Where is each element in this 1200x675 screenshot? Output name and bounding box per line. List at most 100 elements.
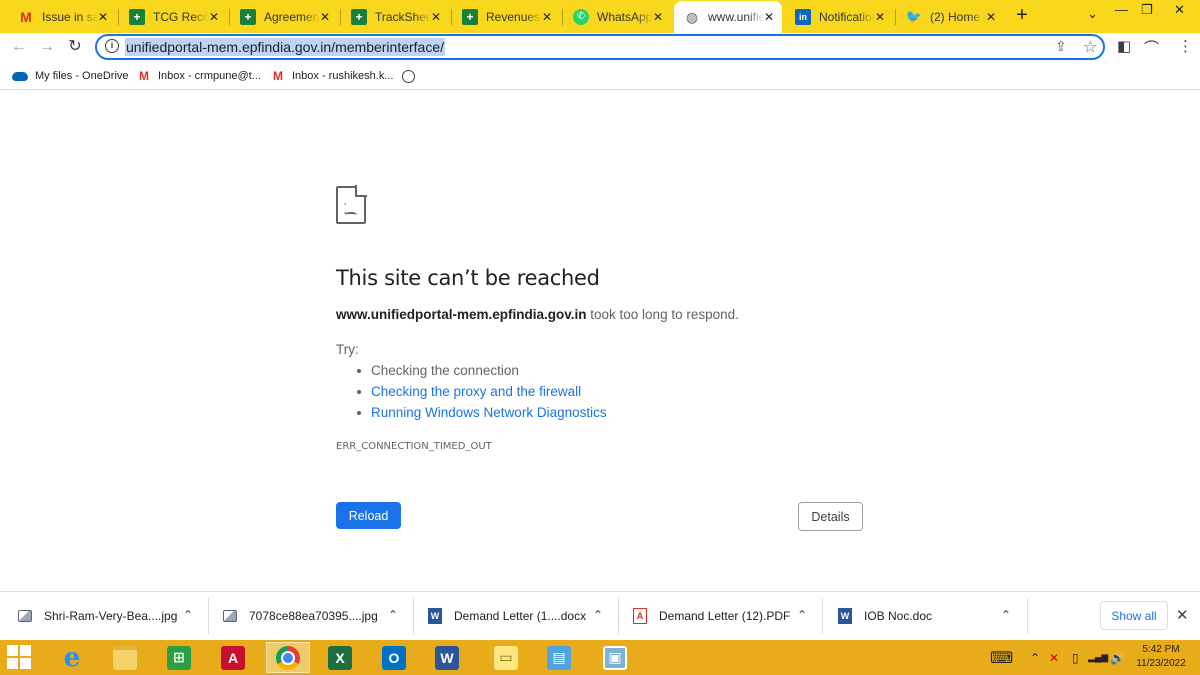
address-bar[interactable]: i unifiedportal-mem.epfindia.gov.in/memb… xyxy=(95,34,1105,60)
url-text[interactable]: unifiedportal-mem.epfindia.gov.in/member… xyxy=(125,38,446,56)
tab-agreement[interactable]: + Agreement ✕ xyxy=(230,2,338,31)
menu-icon[interactable]: ⋮ xyxy=(1178,37,1193,55)
taskbar-chrome[interactable] xyxy=(266,642,310,673)
tab-whatsapp[interactable]: ✆ WhatsApp ✕ xyxy=(563,2,671,31)
chrome-icon xyxy=(276,645,300,670)
suggestion-proxy-firewall-link[interactable]: Checking the proxy and the firewall xyxy=(371,384,581,399)
taskbar-remote-desktop[interactable]: ▣ xyxy=(593,642,637,673)
taskbar-acrobat[interactable]: A xyxy=(211,642,255,673)
close-icon[interactable]: ✕ xyxy=(1176,606,1189,624)
close-icon[interactable]: ✕ xyxy=(653,10,663,24)
tab-title: Notification xyxy=(819,9,875,24)
close-icon[interactable]: ✕ xyxy=(875,10,885,24)
download-item[interactable]: W Demand Letter (1....docx xyxy=(428,592,586,640)
start-button[interactable] xyxy=(7,645,31,669)
side-panel-icon[interactable]: ◧ xyxy=(1117,37,1131,55)
download-item[interactable]: Shri-Ram-Very-Bea....jpg xyxy=(18,592,177,640)
details-button[interactable]: Details xyxy=(798,502,863,531)
profile-icon[interactable]: ⌒ xyxy=(1144,37,1159,58)
close-icon[interactable]: ✕ xyxy=(98,10,108,24)
excel-icon: X xyxy=(328,645,352,670)
share-icon[interactable]: ⇪ xyxy=(1055,38,1067,55)
suggestion-network-diagnostics-link[interactable]: Running Windows Network Diagnostics xyxy=(371,405,607,420)
tab-title: TrackSheet xyxy=(375,9,431,24)
taskbar-file-explorer[interactable] xyxy=(103,642,147,673)
close-icon[interactable]: ✕ xyxy=(986,10,996,24)
tab-epfindia-active[interactable]: ◍ www.unifie ✕ xyxy=(674,1,782,33)
forward-button[interactable]: → xyxy=(36,36,58,58)
taskbar-excel[interactable]: X xyxy=(318,642,362,673)
tab-search-icon[interactable]: ⌄ xyxy=(1087,6,1098,22)
network-error-icon[interactable]: ✕ xyxy=(1049,640,1059,675)
bookmark-inbox-crmpune[interactable]: M Inbox - crmpune@t... xyxy=(137,67,261,85)
battery-icon[interactable]: ▯ xyxy=(1072,640,1079,675)
bookmark-label: Inbox - rushikesh.k... xyxy=(292,70,394,82)
tab-linkedin-notifications[interactable]: in Notification ✕ xyxy=(785,2,893,31)
bookmark-inbox-rushikesh[interactable]: M Inbox - rushikesh.k... xyxy=(271,67,394,85)
close-icon[interactable]: ✕ xyxy=(431,10,441,24)
keyboard-icon[interactable]: ⌨ xyxy=(990,640,1013,675)
bookmarks-bar: My files - OneDrive M Inbox - crmpune@t.… xyxy=(0,62,1200,90)
outlook-icon: O xyxy=(382,645,406,670)
tab-revenues[interactable]: + Revenues T ✕ xyxy=(452,2,560,31)
signal-icon[interactable]: ▂▄▆ xyxy=(1088,640,1108,675)
window-close-button[interactable]: ✕ xyxy=(1174,2,1185,18)
windows-logo-pane xyxy=(20,645,31,656)
volume-icon[interactable]: 🔊 xyxy=(1110,640,1125,675)
taskbar-files[interactable]: ▤ xyxy=(537,642,581,673)
error-code: ERR_CONNECTION_TIMED_OUT xyxy=(336,441,492,452)
close-icon[interactable]: ✕ xyxy=(320,10,330,24)
clock-date: 11/23/2022 xyxy=(1136,658,1186,669)
close-icon[interactable]: ✕ xyxy=(764,10,774,24)
tab-title: Revenues T xyxy=(486,9,542,24)
twitter-icon: 🐦 xyxy=(905,8,923,24)
reload-icon[interactable]: ↻ xyxy=(64,36,86,58)
close-icon[interactable]: ✕ xyxy=(209,10,219,24)
sad-face-mouth xyxy=(345,212,357,217)
error-title: This site can’t be reached xyxy=(336,266,600,290)
site-info-icon[interactable]: i xyxy=(105,39,119,53)
download-item[interactable]: A Demand Letter (12).PDF xyxy=(633,592,790,640)
gmail-icon: M xyxy=(20,8,32,25)
taskbar-sticky-notes[interactable]: ▭ xyxy=(484,642,528,673)
suggestion-check-connection: Checking the connection xyxy=(371,363,519,378)
chevron-up-icon[interactable]: ⌃ xyxy=(388,608,398,622)
taskbar-store[interactable]: ⊞ xyxy=(157,642,201,673)
chevron-up-icon[interactable]: ⌃ xyxy=(1001,608,1011,622)
restore-button[interactable]: ❐ xyxy=(1141,2,1153,18)
acrobat-icon: A xyxy=(221,645,245,670)
tab-title: Agreement xyxy=(264,9,320,24)
download-item[interactable]: 7078ce88ea70395....jpg xyxy=(223,592,378,640)
suggestion-item: Running Windows Network Diagnostics xyxy=(357,404,607,425)
tab-gmail-issue[interactable]: M Issue in sale ✕ xyxy=(8,2,116,31)
try-label: Try: xyxy=(336,342,359,357)
taskbar-outlook[interactable]: O xyxy=(372,642,416,673)
chevron-up-icon[interactable]: ⌃ xyxy=(593,608,603,622)
download-filename: Demand Letter (1....docx xyxy=(454,609,587,623)
chevron-up-icon[interactable]: ⌃ xyxy=(1030,640,1040,675)
bookmark-globe[interactable] xyxy=(402,67,422,85)
taskbar-word[interactable]: W xyxy=(425,642,469,673)
chevron-up-icon[interactable]: ⌃ xyxy=(797,608,807,622)
download-filename: 7078ce88ea70395....jpg xyxy=(249,609,378,623)
bookmark-label: My files - OneDrive xyxy=(35,70,129,82)
new-tab-button[interactable]: + xyxy=(1012,4,1032,26)
show-all-downloads-button[interactable]: Show all xyxy=(1100,601,1168,630)
taskbar-internet-explorer[interactable]: e xyxy=(50,642,94,673)
chevron-up-icon[interactable]: ⌃ xyxy=(183,608,193,622)
download-item[interactable]: W IOB Noc.doc xyxy=(838,592,932,640)
sheets-icon: + xyxy=(351,8,367,25)
minimize-button[interactable]: — xyxy=(1115,2,1128,17)
tab-tracksheet[interactable]: + TrackSheet ✕ xyxy=(341,2,449,31)
tab-twitter-home[interactable]: 🐦 (2) Home / ✕ xyxy=(896,2,1004,31)
bookmark-onedrive[interactable]: My files - OneDrive xyxy=(12,67,129,85)
bookmark-star-icon[interactable]: ☆ xyxy=(1083,37,1097,57)
tab-title: (2) Home / xyxy=(930,9,986,24)
system-clock[interactable]: 5:42 PM 11/23/2022 xyxy=(1130,643,1192,671)
reload-button[interactable]: Reload xyxy=(336,502,401,529)
tab-tcg-recovery[interactable]: + TCG Recove ✕ xyxy=(119,2,227,31)
close-icon[interactable]: ✕ xyxy=(542,10,552,24)
error-message-suffix: took too long to respond. xyxy=(586,307,739,322)
suggestion-list: Checking the connection Checking the pro… xyxy=(357,362,607,425)
back-button[interactable]: ← xyxy=(8,36,30,58)
